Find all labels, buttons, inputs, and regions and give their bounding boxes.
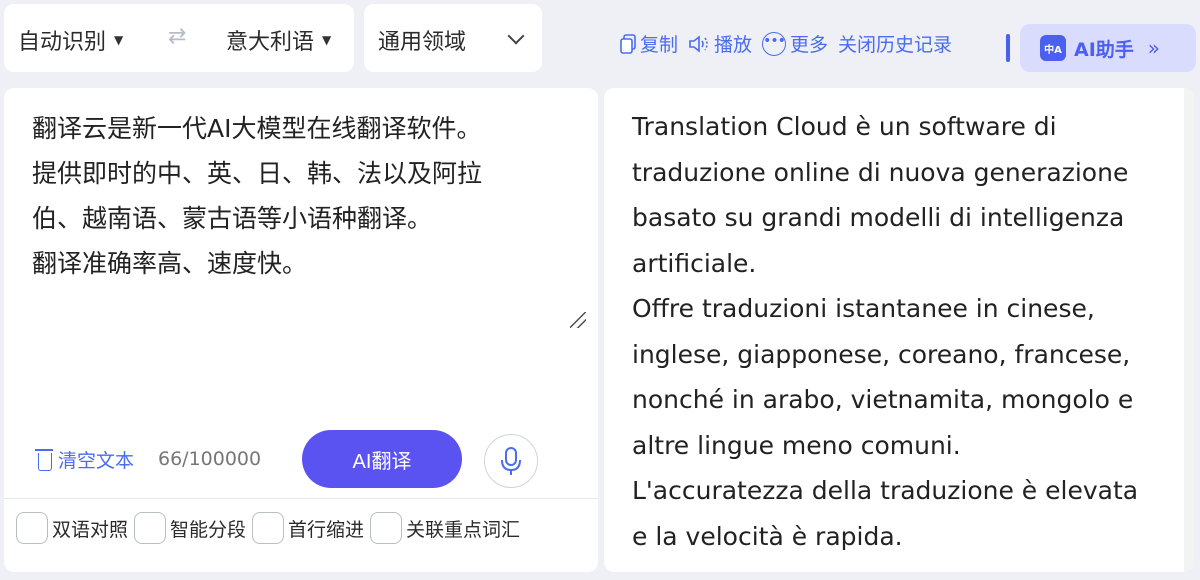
copy-icon	[620, 33, 636, 54]
checkbox[interactable]	[134, 512, 167, 544]
microphone-icon	[501, 447, 521, 475]
domain-label: 通用领域	[378, 30, 467, 55]
source-panel: 翻译云是新一代AI大模型在线翻译软件。 提供即时的中、英、日、韩、法以及阿拉 伯…	[4, 88, 598, 572]
play-button[interactable]: 播放	[688, 30, 752, 57]
target-language-select[interactable]: 意大利语 ▼	[226, 24, 331, 56]
domain-select[interactable]: 通用领域	[364, 4, 542, 72]
translation-options: 双语对照 智能分段 首行缩进 关联重点词汇	[16, 512, 520, 544]
ai-helper-label: AI助手	[1074, 38, 1134, 61]
output-toolbar: 复制 播放 ••• 更多 关闭历史记录	[620, 30, 952, 57]
option-label: 智能分段	[170, 518, 247, 541]
ai-cat-icon: 中A	[1040, 35, 1066, 61]
option-smart-paragraph[interactable]: 智能分段	[134, 512, 246, 544]
option-bilingual[interactable]: 双语对照	[16, 512, 128, 544]
option-label: 关联重点词汇	[406, 518, 521, 541]
options-divider	[4, 498, 598, 499]
output-line: e la velocità è rapida.	[632, 521, 903, 551]
copy-label: 复制	[640, 34, 679, 56]
output-scrollbar[interactable]	[1184, 88, 1194, 572]
output-line: inglese, giapponese, coreano, francese,	[632, 339, 1131, 369]
checkbox[interactable]	[16, 512, 48, 544]
more-button[interactable]: ••• 更多	[762, 30, 828, 57]
ai-translate-button[interactable]: AI翻译	[302, 430, 462, 488]
output-line: altre lingue meno comuni.	[632, 430, 961, 460]
output-line: nonché in arabo, vietnamita, mongolo e	[632, 385, 1134, 414]
option-key-terms[interactable]: 关联重点词汇	[370, 512, 520, 544]
option-label: 首行缩进	[288, 518, 365, 541]
checkbox[interactable]	[370, 512, 403, 544]
output-line: basato su grandi modelli di intelligenza	[632, 203, 1125, 232]
translation-output-text: Translation Cloud è un software di tradu…	[632, 104, 1172, 559]
resize-grip-icon[interactable]	[570, 312, 586, 328]
output-line: traduzione online di nuova generazione	[632, 157, 1129, 187]
more-label: 更多	[790, 34, 829, 56]
clear-text-button[interactable]: 清空文本	[35, 446, 135, 473]
option-first-line-indent[interactable]: 首行缩进	[252, 512, 364, 544]
character-count: 66/100000	[158, 448, 262, 470]
output-line: Translation Cloud è un software di	[632, 112, 1057, 141]
more-dots-icon: •••	[762, 31, 787, 56]
source-text-input[interactable]: 翻译云是新一代AI大模型在线翻译软件。 提供即时的中、英、日、韩、法以及阿拉 伯…	[32, 106, 572, 286]
double-chevron-right-icon: »	[1147, 36, 1161, 60]
close-history-label: 关闭历史记录	[838, 34, 953, 56]
chevron-down-icon	[507, 27, 525, 45]
swap-languages-icon[interactable]: ⇄	[168, 24, 186, 49]
source-language-select[interactable]: 自动识别 ▼	[18, 24, 123, 56]
copy-button[interactable]: 复制	[620, 30, 678, 57]
speaker-icon	[689, 34, 708, 53]
caret-down-icon: ▼	[322, 33, 332, 47]
caret-down-icon: ▼	[114, 33, 124, 47]
close-history-link[interactable]: 关闭历史记录	[838, 30, 952, 57]
target-language-label: 意大利语	[226, 30, 315, 55]
voice-input-button[interactable]	[484, 434, 538, 488]
ai-helper-button[interactable]: 中A AI助手 »	[1020, 24, 1196, 72]
play-label: 播放	[714, 34, 753, 56]
option-label: 双语对照	[52, 518, 129, 541]
trash-icon	[35, 448, 53, 471]
output-line: artificiale.	[632, 248, 757, 278]
language-selector-bar: 自动识别 ▼ ⇄ 意大利语 ▼	[4, 4, 354, 72]
output-line: Offre traduzioni istantanee in cinese,	[632, 294, 1095, 323]
clear-text-label: 清空文本	[58, 450, 135, 472]
toolbar-divider	[1006, 34, 1010, 62]
translation-output-panel: Translation Cloud è un software di tradu…	[604, 88, 1194, 572]
source-language-label: 自动识别	[18, 30, 107, 55]
checkbox[interactable]	[252, 512, 285, 544]
output-line: L'accuratezza della traduzione è elevata	[632, 476, 1139, 505]
